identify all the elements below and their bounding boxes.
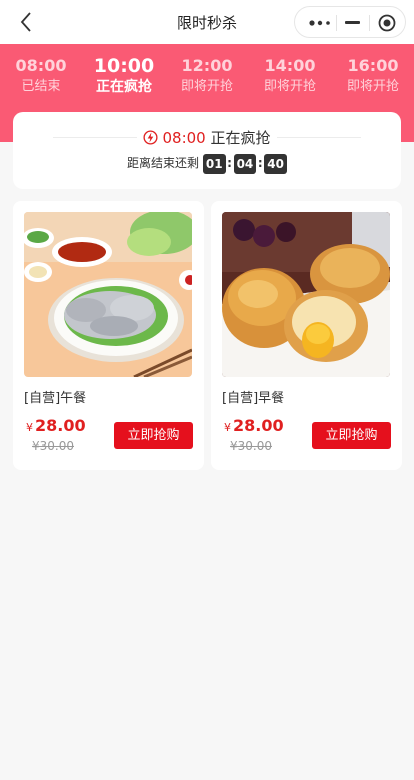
currency-symbol: ¥ [224,421,231,434]
session-time: 08:00 [15,56,67,75]
product-price: ¥28.00 [26,416,86,435]
product-card[interactable]: [自营]午餐 ¥28.00 ¥30.00 立即抢购 [13,201,204,470]
capsule-divider [336,15,337,31]
session-state: 即将开抢 [263,79,316,94]
product-name: [自营]午餐 [24,391,87,406]
navigation-bar: 限时秒杀 [0,0,414,44]
mini-program-capsule [294,6,406,38]
countdown-minutes: 04 [233,153,257,174]
session-time: 14:00 [264,56,316,75]
croissant-photo[interactable] [222,212,390,377]
session-tab[interactable]: 16:00 即将开抢 [332,54,414,96]
product-card[interactable]: [自营]早餐 ¥28.00 ¥30.00 立即抢购 [211,201,402,470]
session-state: 已结束 [21,79,61,94]
buy-now-button[interactable]: 立即抢购 [114,422,193,449]
session-state: 即将开抢 [180,79,233,94]
countdown-hours: 01 [202,153,226,174]
product-name: [自营]早餐 [222,391,285,406]
countdown-label: 距离结束还剩 [127,156,200,170]
countdown-card: 08:00 正在疯抢 距离结束还剩 01:04:40 [13,112,401,189]
session-time: 10:00 [93,55,155,77]
original-price: ¥30.00 [32,439,74,453]
dumpling-plate-photo[interactable] [24,212,192,377]
countdown-heading: 08:00 正在疯抢 [13,127,401,148]
countdown-session-time: 08:00 [162,129,206,147]
session-time: 16:00 [347,56,399,75]
price-value: 28.00 [233,416,284,435]
session-tab[interactable]: 14:00 即将开抢 [249,54,331,96]
session-state: 即将开抢 [346,79,399,94]
session-time: 12:00 [181,56,233,75]
countdown-status: 正在疯抢 [210,129,271,147]
session-tab[interactable]: 08:00 已结束 [0,54,82,96]
price-value: 28.00 [35,416,86,435]
colon-separator: : [227,156,232,170]
countdown-timer: 距离结束还剩 01:04:40 [13,153,401,174]
session-tab[interactable]: 12:00 即将开抢 [166,54,248,96]
buy-now-button[interactable]: 立即抢购 [312,422,391,449]
session-tab-active[interactable]: 10:00 正在疯抢 [83,54,165,96]
original-price: ¥30.00 [230,439,272,453]
session-state: 正在疯抢 [96,79,152,95]
currency-symbol: ¥ [26,421,33,434]
product-price: ¥28.00 [224,416,284,435]
lightning-circle-icon [143,130,159,145]
minimize-icon[interactable] [345,21,360,24]
countdown-seconds: 40 [264,153,287,174]
more-dots-icon[interactable] [309,20,331,26]
target-close-icon[interactable] [378,14,396,32]
capsule-divider [369,15,370,31]
colon-separator: : [257,156,263,170]
